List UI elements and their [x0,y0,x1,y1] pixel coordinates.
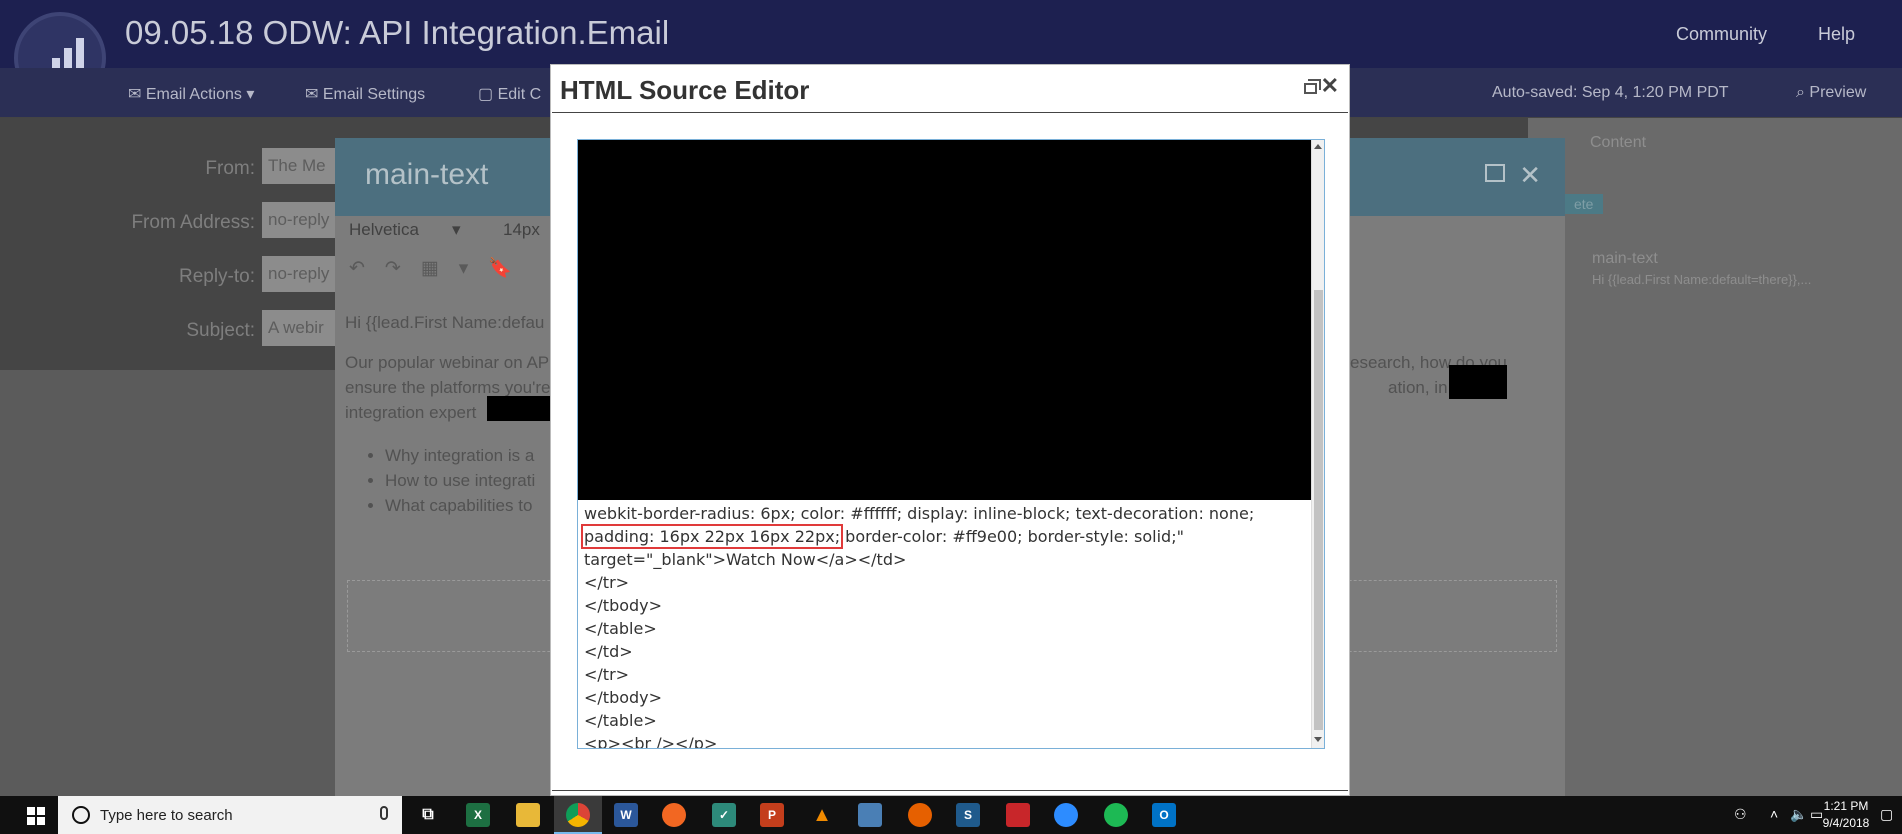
app-header: 09.05.18 ODW: API Integration.Email Comm… [0,0,1902,104]
body-line-3: integration expert [345,403,477,422]
volume-icon[interactable]: 🔈 [1790,806,1807,823]
task-view-icon[interactable]: ⧉ [416,803,440,827]
code-line: </tbody> [584,688,663,707]
scroll-up-icon[interactable] [1314,144,1322,149]
vlc-icon[interactable]: ▲ [810,803,834,827]
redaction-block [1449,365,1507,399]
content-sidebar: Content ete main-text Hi {{lead.First Na… [1528,118,1902,796]
from-address-input[interactable]: no-reply [262,202,342,238]
content-label: Content [1590,134,1647,151]
taskbar-search-box[interactable]: Type here to search [58,796,402,834]
main-text-dialog-title: main-text [365,158,489,191]
clock-date[interactable]: 9/4/2018 [1818,816,1874,830]
people-icon[interactable]: ⚇ [1734,806,1747,823]
from-label: From: [205,158,255,179]
firefox-icon[interactable] [908,803,932,827]
code-line: </tr> [584,573,630,592]
scroll-down-icon[interactable] [1314,737,1322,742]
code-line: <p><br /></p> [584,734,718,749]
email-settings-button[interactable]: ✉ Email Settings [305,84,425,104]
bullet-item: Why integration is a [385,443,535,468]
code-line: </table> [584,711,657,730]
editor-toolbar-icons[interactable]: ↶↷▦▾🔖 [349,256,532,280]
bullet-item: What capabilities to [385,493,535,518]
chrome-icon[interactable] [566,803,590,827]
font-family-select[interactable]: Helvetica ▾ [349,220,461,240]
code-line: webkit-border-radius: 6px; color: #fffff… [584,504,1255,523]
bullet-list: Why integration is a How to use integrat… [385,443,535,518]
divider [552,112,1348,113]
greeting-text: Hi {{lead.First Name:defau [345,313,545,332]
maximize-icon[interactable] [1485,164,1505,182]
vertical-scrollbar[interactable] [1311,140,1324,748]
content-item-title[interactable]: main-text [1592,250,1658,268]
divider [552,790,1348,791]
windows-taskbar: Type here to search ⧉ X W ✓ P ▲ S O ⚇ ˄ … [0,796,1902,834]
email-actions-menu[interactable]: ✉ Email Actions ▾ [128,84,254,104]
help-link[interactable]: Help [1818,24,1855,45]
close-icon[interactable]: ✕ [1321,73,1339,99]
network-app-icon[interactable] [858,803,882,827]
content-item-subtitle: Hi {{lead.First Name:default=there}},... [1592,272,1812,287]
search-icon [72,806,90,824]
clock-time[interactable]: 1:21 PM [1818,799,1874,813]
bullet-item: How to use integrati [385,468,535,493]
source-code-textarea[interactable]: webkit-border-radius: 6px; color: #fffff… [577,139,1325,749]
code-line: </tbody> [584,596,663,615]
highlighted-padding-code: padding: 16px 22px 16px 22px; [580,524,844,549]
code-line: </tr> [584,665,630,684]
code-line: </table> [584,619,657,638]
zoom-icon[interactable] [1054,803,1078,827]
autosave-status: Auto-saved: Sep 4, 1:20 PM PDT [1492,84,1729,101]
outlook-icon[interactable]: O [1152,803,1176,827]
html-source-editor-dialog: HTML Source Editor ✕ webkit-border-radiu… [550,64,1350,796]
from-address-label: From Address: [131,212,255,233]
font-size-select[interactable]: 14px [503,220,540,240]
windows-start-icon[interactable] [14,796,58,834]
page-title: 09.05.18 ODW: API Integration.Email [125,14,670,51]
excel-icon[interactable]: X [466,803,490,827]
body-line-1: Our popular webinar on AP [345,353,550,372]
community-link[interactable]: Community [1676,24,1767,45]
powerpoint-icon[interactable]: P [760,803,784,827]
file-explorer-icon[interactable] [516,803,540,827]
subject-label: Subject: [186,320,255,341]
spotify-icon[interactable] [1104,803,1128,827]
preview-button[interactable]: ⌕ Preview [1796,84,1866,102]
subject-input[interactable]: A webir [262,310,342,346]
redacted-code-block [578,140,1312,500]
content-tag[interactable]: ete [1564,194,1604,214]
defender-shield-icon[interactable]: ✓ [712,803,736,827]
microphone-icon[interactable] [380,806,388,820]
red-app-icon[interactable] [1006,803,1030,827]
code-line: </td> [584,642,633,661]
code-line: target="_blank">Watch Now</a></td> [584,550,907,569]
snagit-icon[interactable]: S [956,803,980,827]
reply-to-input[interactable]: no-reply [262,256,342,292]
chevron-up-icon[interactable]: ˄ [1770,806,1778,822]
source-editor-title: HTML Source Editor [560,75,810,105]
maximize-icon[interactable] [1304,79,1321,94]
orange-app-icon[interactable] [662,803,686,827]
close-icon[interactable]: ✕ [1519,160,1541,191]
from-input[interactable]: The Me [262,148,342,184]
taskbar-search-placeholder: Type here to search [100,807,233,824]
code-line: border-color: #ff9e00; border-style: sol… [840,527,1184,546]
source-code: webkit-border-radius: 6px; color: #fffff… [580,502,1255,749]
scrollbar-thumb[interactable] [1314,290,1323,730]
notification-icon[interactable]: ▢ [1880,806,1893,823]
word-icon[interactable]: W [614,803,638,827]
reply-to-label: Reply-to: [178,266,255,287]
edit-button[interactable]: ▢ Edit C [478,84,541,104]
